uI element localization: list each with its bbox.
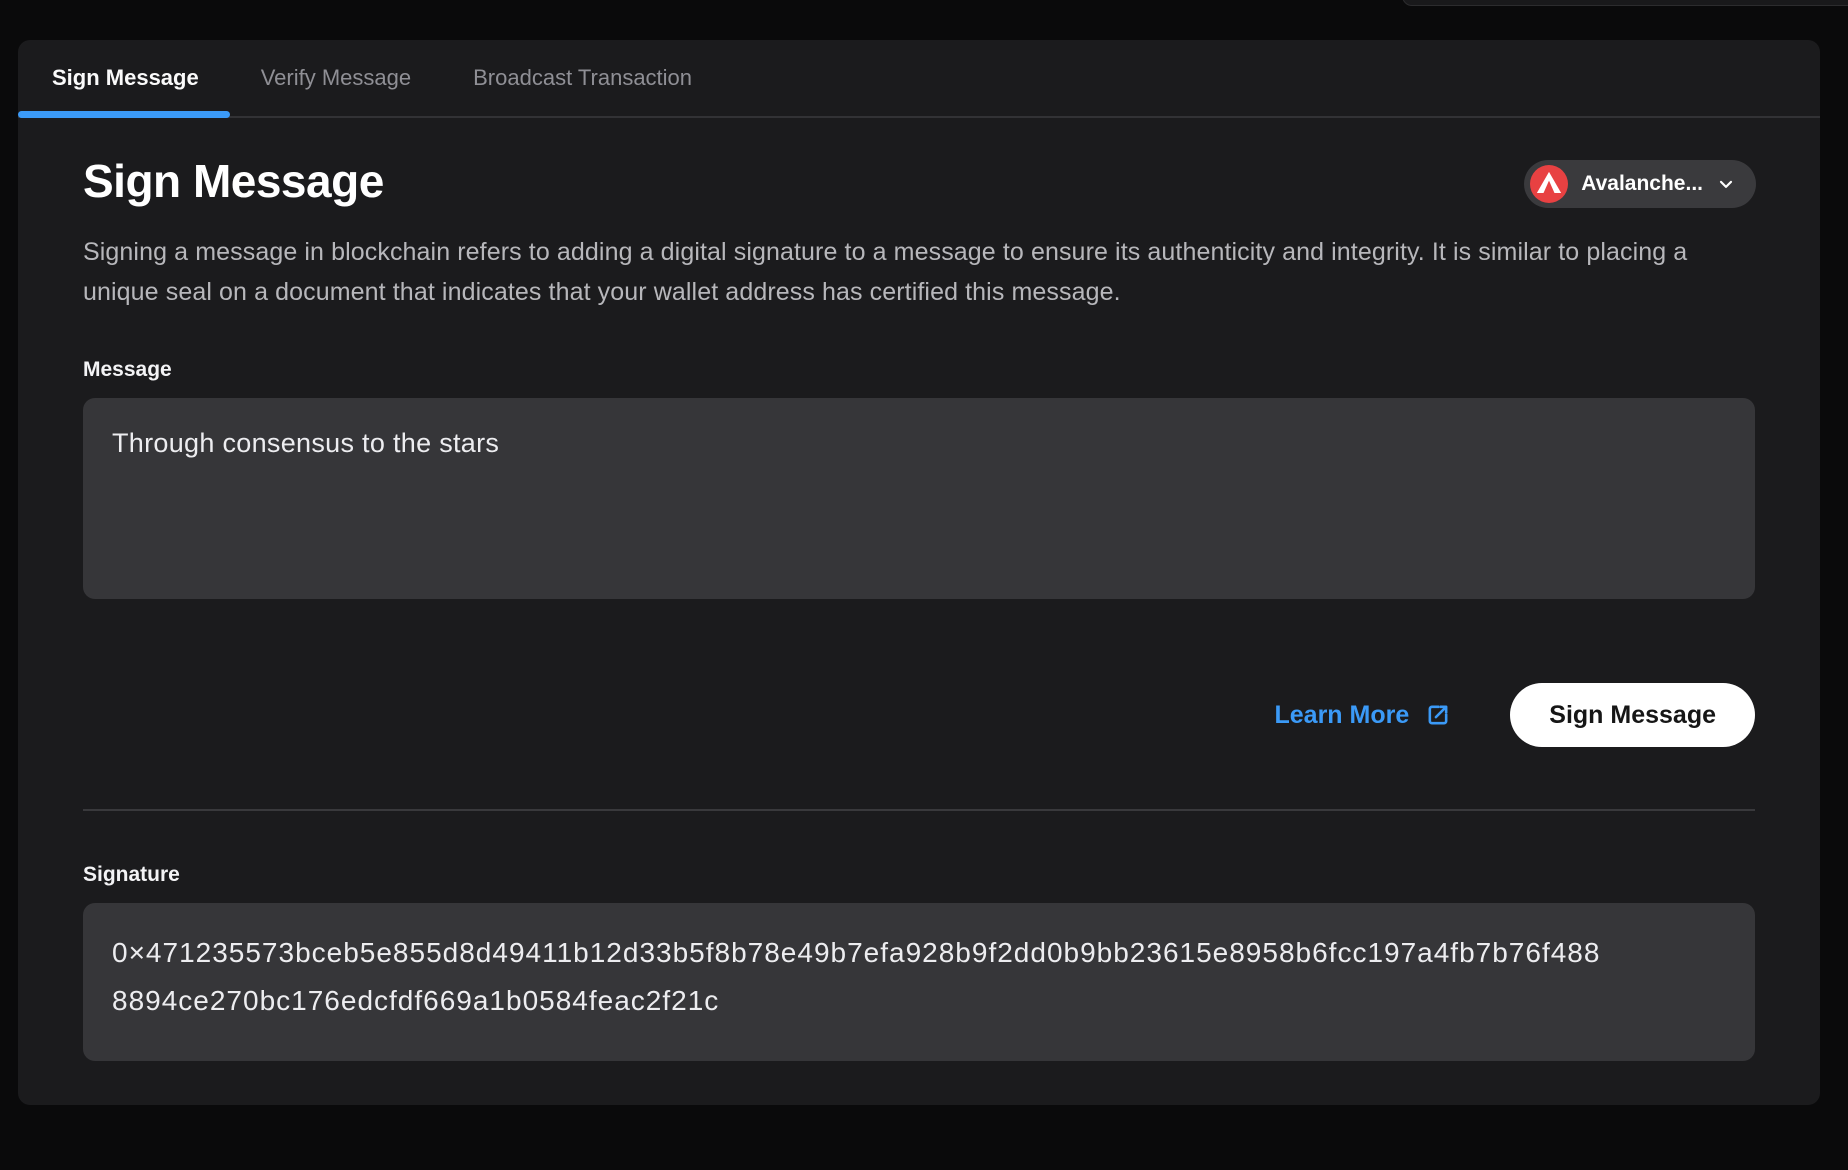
action-row: Learn More Sign Message (83, 683, 1755, 747)
tab-label: Sign Message (52, 65, 199, 91)
signature-label: Signature (83, 863, 1755, 887)
section-divider (83, 809, 1755, 811)
external-link-icon (1424, 701, 1452, 729)
panel-content: Sign Message Signing a message in blockc… (18, 154, 1820, 1061)
tab-label: Broadcast Transaction (473, 65, 692, 91)
cropped-top-right-element (1402, 0, 1848, 6)
learn-more-label: Learn More (1275, 701, 1410, 730)
sign-message-panel: Sign Message Verify Message Broadcast Tr… (18, 40, 1820, 1105)
message-input[interactable]: Through consensus to the stars (83, 398, 1755, 599)
signature-value: 0×471235573bceb5e855d8d49411b12d33b5f8b7… (112, 929, 1612, 1025)
tab-broadcast-transaction[interactable]: Broadcast Transaction (442, 40, 723, 116)
active-tab-underline (18, 111, 230, 118)
signature-output: 0×471235573bceb5e855d8d49411b12d33b5f8b7… (83, 903, 1755, 1061)
learn-more-link[interactable]: Learn More (1275, 701, 1453, 730)
sign-message-button[interactable]: Sign Message (1510, 683, 1755, 747)
tab-bar: Sign Message Verify Message Broadcast Tr… (18, 40, 1820, 118)
panel-description: Signing a message in blockchain refers t… (83, 232, 1755, 312)
app-window: Sign Message Verify Message Broadcast Tr… (0, 0, 1848, 1170)
page-title: Sign Message (83, 154, 1755, 208)
tab-verify-message[interactable]: Verify Message (230, 40, 442, 116)
tab-label: Verify Message (261, 65, 411, 91)
message-label: Message (83, 358, 1755, 382)
tab-sign-message[interactable]: Sign Message (18, 40, 230, 116)
